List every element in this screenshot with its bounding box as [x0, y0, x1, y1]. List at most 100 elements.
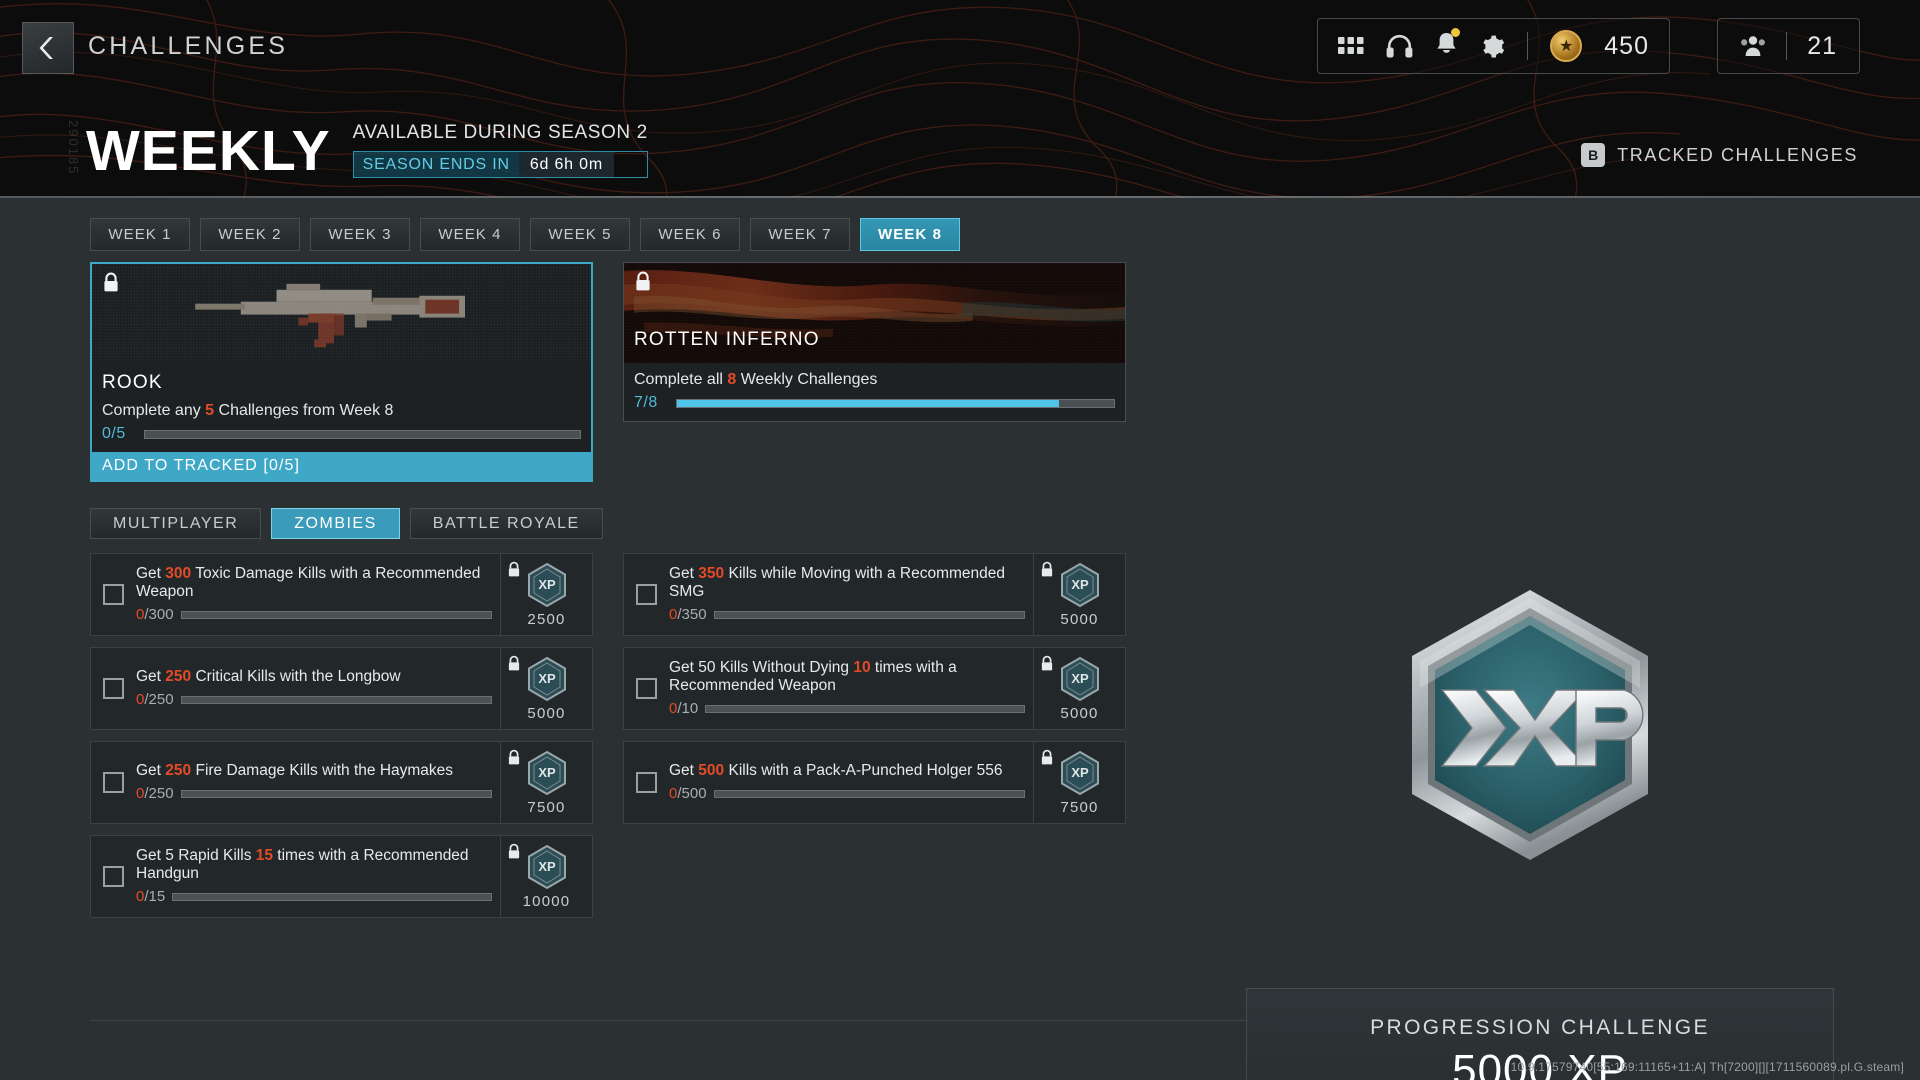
challenge-progress-max: /250 — [144, 785, 174, 803]
reward-name: ROTTEN INFERNO — [634, 329, 820, 350]
xp-hexagon-emblem — [1380, 568, 1680, 888]
reward-progress-text: 7/8 — [634, 394, 658, 411]
reward-card-rook[interactable]: ROOK Complete any 5 Challenges from Week… — [90, 262, 593, 482]
weekly-title: WEEKLY — [86, 118, 331, 183]
week-tab-2[interactable]: WEEK 2 — [200, 218, 300, 251]
page-title: CHALLENGES — [88, 32, 289, 60]
progression-panel-title: PROGRESSION CHALLENGE — [1370, 1015, 1710, 1039]
reward-card-rotten-inferno[interactable]: ROTTEN INFERNO Complete all 8 Weekly Cha… — [623, 262, 1126, 422]
season-ends-label: SEASON ENDS IN — [353, 152, 519, 177]
build-version-string: 10.9.17579740[55:169:11165+11:A] Th[7200… — [1510, 1060, 1904, 1074]
challenge-progress-bar — [180, 696, 492, 705]
challenge-progress: 0/10 — [669, 700, 1025, 718]
challenge-progress-label: 0/300 — [136, 606, 174, 624]
challenge-progress: 0/250 — [136, 691, 492, 709]
challenge-progress-max: /500 — [677, 785, 707, 803]
challenge-text-segment: Critical Kills with the Longbow — [191, 667, 401, 685]
checkbox-unchecked-icon[interactable] — [103, 866, 124, 887]
challenge-progress-bar — [180, 611, 492, 620]
challenge-row[interactable]: Get 500 Kills with a Pack-A-Punched Holg… — [623, 741, 1126, 824]
checkbox-unchecked-icon[interactable] — [636, 584, 657, 605]
challenge-row[interactable]: Get 5 Rapid Kills 15 times with a Recomm… — [90, 835, 593, 918]
challenge-description: Get 50 Kills Without Dying 10 times with… — [669, 659, 1025, 696]
week-tab-7[interactable]: WEEK 7 — [750, 218, 850, 251]
challenge-reward-cell: XP 7500 — [1033, 742, 1125, 823]
header-bar: CHALLENGES 290185 ★ 450 21 WEEKLY AVAILA… — [0, 0, 1920, 198]
headphones-icon[interactable] — [1386, 34, 1413, 59]
reward-highlight-number: 8 — [727, 371, 737, 388]
reward-body-rook: ROOK Complete any 5 Challenges from Week… — [92, 364, 591, 452]
week-tab-8[interactable]: WEEK 8 — [860, 218, 960, 251]
challenge-main: Get 50 Kills Without Dying 10 times with… — [657, 659, 1033, 719]
season-timer-chip: SEASON ENDS IN 6d 6h 0m — [352, 151, 648, 178]
challenge-progress-label: 0/10 — [669, 700, 698, 718]
xp-hexagon-icon: XP — [1060, 750, 1099, 796]
challenge-reward-cell: XP 10000 — [500, 836, 592, 917]
challenge-progress-label: 0/500 — [669, 785, 707, 803]
challenge-reward-cell: XP 2500 — [500, 554, 592, 635]
reward-progress: 7/8 — [634, 394, 1115, 412]
challenge-main: Get 350 Kills while Moving with a Recomm… — [657, 565, 1033, 625]
tracked-challenges-button[interactable]: B TRACKED CHALLENGES — [1581, 143, 1858, 167]
challenge-progress-bar — [713, 611, 1025, 620]
challenge-row[interactable]: Get 50 Kills Without Dying 10 times with… — [623, 647, 1126, 730]
squad-cluster[interactable]: 21 — [1717, 18, 1860, 74]
reward-body-rotten-inferno: Complete all 8 Weekly Challenges 7/8 — [624, 363, 1125, 421]
challenge-row[interactable]: Get 250 Fire Damage Kills with the Hayma… — [90, 741, 593, 824]
svg-text:XP: XP — [538, 765, 556, 780]
challenges-screen: CHALLENGES 290185 ★ 450 21 WEEKLY AVAILA… — [0, 0, 1920, 1080]
xp-hexagon-icon: XP — [1060, 562, 1099, 608]
challenge-xp-value: 5000 — [1060, 611, 1099, 628]
challenge-highlight-number: 500 — [698, 761, 725, 779]
season-info: AVAILABLE DURING SEASON 2 SEASON ENDS IN… — [352, 122, 648, 178]
challenge-row[interactable]: Get 300 Toxic Damage Kills with a Recomm… — [90, 553, 593, 636]
challenge-highlight-number: 250 — [165, 667, 192, 685]
challenge-highlight-number: 15 — [255, 846, 273, 864]
week-tab-1[interactable]: WEEK 1 — [90, 218, 190, 251]
week-tab-4[interactable]: WEEK 4 — [420, 218, 520, 251]
reward-art-rotten-inferno: ROTTEN INFERNO — [624, 263, 1125, 363]
reward-name: ROOK — [102, 372, 163, 393]
bell-notification-icon[interactable] — [1435, 28, 1461, 61]
checkbox-unchecked-icon[interactable] — [636, 772, 657, 793]
lock-icon — [104, 272, 118, 292]
week-tab-3[interactable]: WEEK 3 — [310, 218, 410, 251]
weekly-heading-row: WEEKLY AVAILABLE DURING SEASON 2 SEASON … — [86, 118, 648, 183]
week-tab-6[interactable]: WEEK 6 — [640, 218, 740, 251]
challenge-text-segment: Get — [136, 667, 166, 685]
challenge-progress: 0/300 — [136, 606, 492, 624]
challenge-progress: 0/15 — [136, 888, 492, 906]
challenge-highlight-number: 10 — [853, 658, 871, 676]
challenge-text-segment: Fire Damage Kills with the Haymakes — [191, 761, 454, 779]
checkbox-unchecked-icon[interactable] — [103, 772, 124, 793]
xp-hexagon-icon: XP — [527, 656, 566, 702]
mode-tab-zombies[interactable]: ZOMBIES — [271, 508, 400, 539]
settings-gear-icon[interactable] — [1480, 34, 1505, 59]
checkbox-unchecked-icon[interactable] — [103, 678, 124, 699]
lock-icon — [1041, 749, 1053, 765]
challenge-description: Get 250 Fire Damage Kills with the Hayma… — [136, 762, 492, 780]
cod-points-coin-icon: ★ — [1550, 30, 1583, 62]
challenge-main: Get 250 Fire Damage Kills with the Hayma… — [124, 762, 500, 803]
challenge-row[interactable]: Get 250 Critical Kills with the Longbow 0… — [90, 647, 593, 730]
week-tab-5[interactable]: WEEK 5 — [530, 218, 630, 251]
lock-icon — [1041, 655, 1053, 671]
mode-tab-multiplayer[interactable]: MULTIPLAYER — [90, 508, 262, 539]
mode-tab-battle-royale[interactable]: BATTLE ROYALE — [409, 508, 603, 539]
reward-highlight-number: 5 — [205, 402, 215, 419]
svg-text:XP: XP — [1071, 671, 1089, 686]
challenge-progress-label: 0/250 — [136, 691, 174, 709]
challenge-progress-max: /15 — [144, 888, 166, 906]
challenge-xp-value: 2500 — [527, 611, 566, 628]
checkbox-unchecked-icon[interactable] — [636, 678, 657, 699]
add-to-tracked-button[interactable]: ADD TO TRACKED [0/5] — [92, 452, 591, 480]
challenge-row[interactable]: Get 350 Kills while Moving with a Recomm… — [623, 553, 1126, 636]
grid-apps-icon[interactable] — [1338, 35, 1364, 57]
challenge-progress-bar — [180, 790, 492, 799]
svg-text:XP: XP — [538, 671, 556, 686]
checkbox-unchecked-icon[interactable] — [103, 584, 124, 605]
lock-icon — [1041, 561, 1053, 577]
challenge-progress-bar — [172, 893, 492, 902]
reward-description: Complete all 8 Weekly Challenges — [634, 371, 878, 388]
back-button[interactable] — [22, 22, 74, 74]
